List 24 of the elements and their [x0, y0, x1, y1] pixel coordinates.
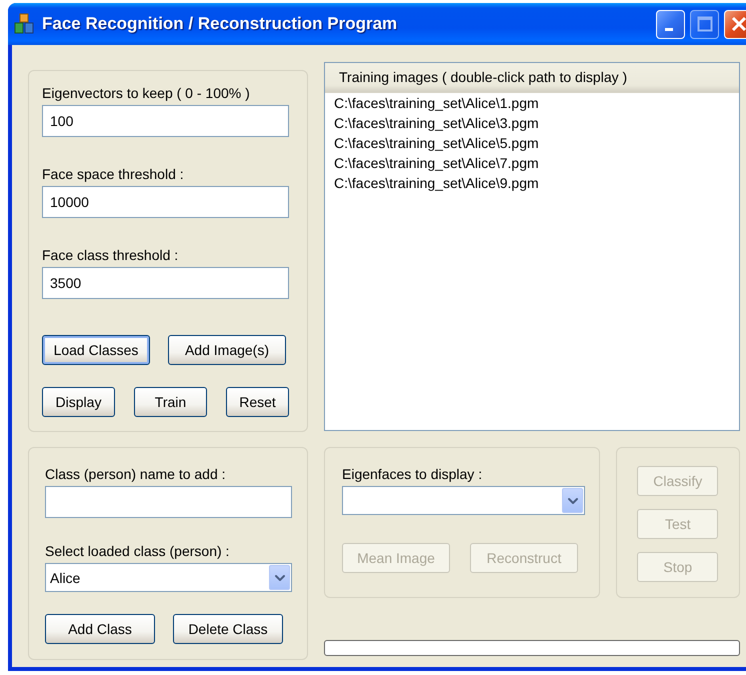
field-label: Face class threshold : [42, 247, 180, 264]
class-dropdown[interactable]: Alice [45, 563, 292, 592]
field-label: Select loaded class (person) : [45, 543, 230, 560]
push-button[interactable]: Delete Class [173, 614, 283, 644]
push-button[interactable]: Train [134, 387, 207, 417]
input-field[interactable]: 10000 [42, 186, 289, 218]
field-label: Face space threshold : [42, 166, 185, 183]
window-title: Face Recognition / Reconstruction Program [42, 14, 398, 34]
field-label: Eigenfaces to display : [342, 466, 484, 483]
input-field[interactable]: 3500 [42, 267, 289, 299]
field-label: Class (person) name to add : [45, 466, 227, 483]
push-button[interactable]: Add Image(s) [168, 335, 286, 365]
push-button[interactable]: Load Classes [42, 335, 150, 365]
list-item[interactable]: C:\faces\training_set\Alice\1.pgm [325, 93, 739, 113]
list-item[interactable]: C:\faces\training_set\Alice\9.pgm [325, 173, 739, 193]
push-button[interactable]: Add Class [45, 614, 155, 644]
input-field[interactable]: 100 [42, 105, 289, 137]
list-item[interactable]: C:\faces\training_set\Alice\5.pgm [325, 133, 739, 153]
push-button[interactable]: Reset [226, 387, 289, 417]
field-label: Eigenvectors to keep ( 0 - 100% ) [42, 85, 251, 102]
list-item[interactable]: C:\faces\training_set\Alice\3.pgm [325, 113, 739, 133]
list-item[interactable]: C:\faces\training_set\Alice\7.pgm [325, 153, 739, 173]
push-button[interactable]: Display [42, 387, 115, 417]
column-header[interactable]: Training images ( double-click path to display ) [325, 63, 739, 93]
